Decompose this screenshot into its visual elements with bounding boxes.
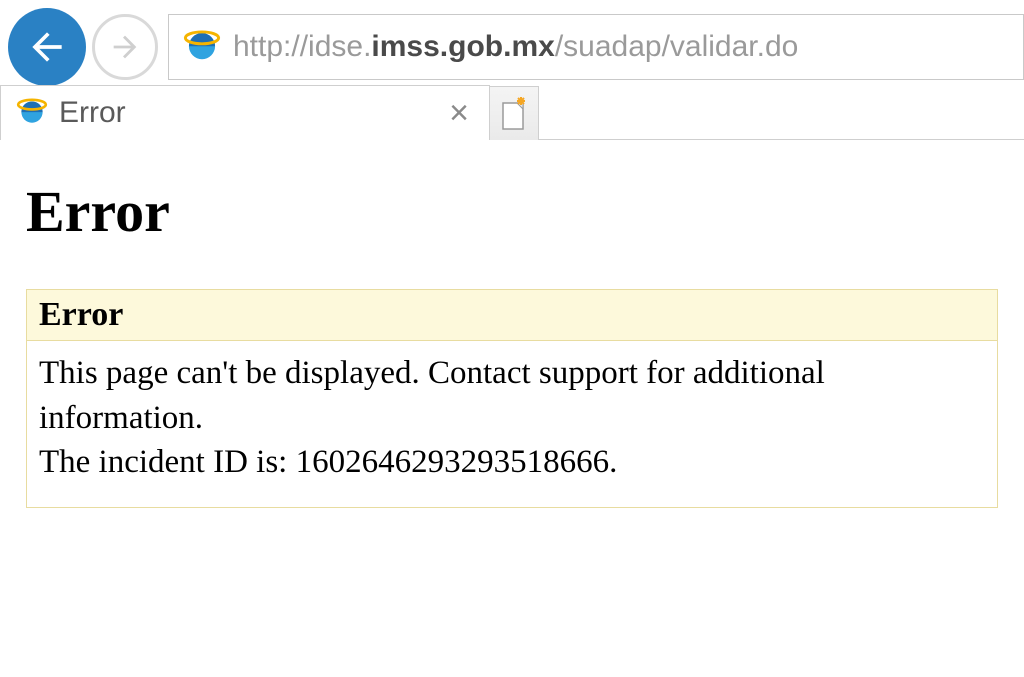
error-message-line-1: This page can't be displayed. Contact su… — [39, 351, 985, 440]
forward-button[interactable] — [92, 14, 158, 80]
back-button[interactable] — [8, 8, 86, 86]
url-text: http://idse.imss.gob.mx/suadap/validar.d… — [233, 30, 798, 64]
tab-favicon-icon — [15, 94, 49, 133]
tab-title: Error — [59, 96, 439, 130]
url-host: imss.gob.mx — [371, 30, 554, 63]
page-heading: Error — [26, 178, 998, 245]
incident-suffix: . — [609, 444, 617, 480]
page-content: Error Error This page can't be displayed… — [0, 140, 1024, 546]
browser-nav-row: http://idse.imss.gob.mx/suadap/validar.d… — [0, 0, 1024, 94]
error-box-body: This page can't be displayed. Contact su… — [27, 341, 997, 507]
tab-row: Error × — [0, 84, 1024, 140]
error-box-header: Error — [27, 290, 997, 341]
ie-logo-icon — [183, 26, 221, 69]
error-box: Error This page can't be displayed. Cont… — [26, 289, 998, 508]
new-tab-page-icon — [499, 97, 529, 131]
browser-tab[interactable]: Error × — [0, 85, 490, 140]
new-tab-button[interactable] — [489, 86, 539, 140]
forward-arrow-icon — [108, 30, 142, 64]
tab-close-button[interactable]: × — [439, 96, 479, 130]
incident-prefix: The incident ID is: — [39, 444, 296, 480]
error-message-line-2: The incident ID is: 1602646293293518666. — [39, 440, 985, 485]
back-arrow-icon — [25, 25, 69, 69]
address-bar[interactable]: http://idse.imss.gob.mx/suadap/validar.d… — [168, 14, 1024, 80]
url-suffix: /suadap/validar.do — [555, 30, 799, 63]
incident-id: 1602646293293518666 — [296, 444, 610, 480]
url-prefix: http://idse. — [233, 30, 371, 63]
